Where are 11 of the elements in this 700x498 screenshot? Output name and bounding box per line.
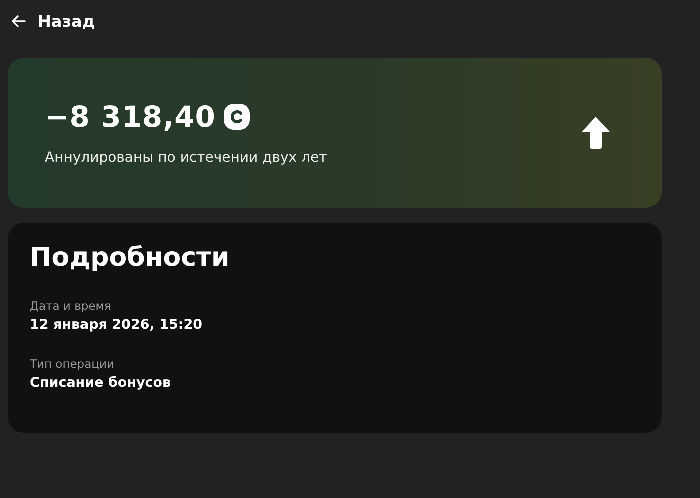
- field-value: 12 января 2026, 15:20: [30, 317, 204, 333]
- field-label: Тип операции: [30, 357, 116, 371]
- back-arrow-icon: [11, 14, 26, 28]
- transaction-caption: Аннулированы по истечении двух лет: [45, 150, 328, 166]
- coin-icon: [224, 104, 250, 130]
- field-label: Дата и время: [30, 299, 112, 313]
- field-value: Списание бонусов: [30, 375, 172, 391]
- up-arrow-icon: [580, 116, 612, 150]
- amount: −8 318,40: [45, 100, 216, 134]
- details-title: Подробности: [30, 243, 231, 273]
- back-button[interactable]: Назад: [11, 10, 96, 32]
